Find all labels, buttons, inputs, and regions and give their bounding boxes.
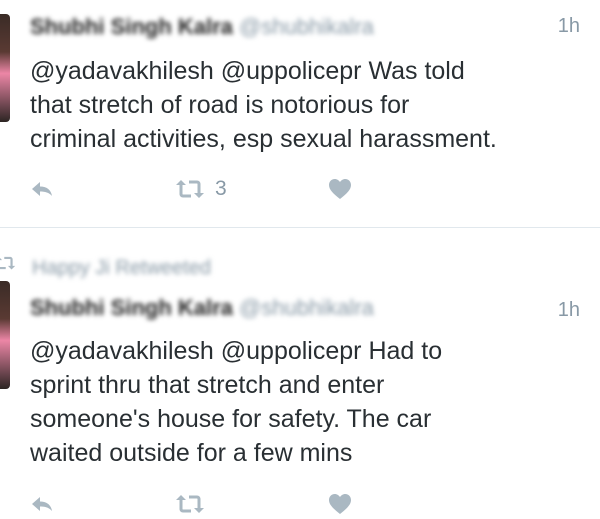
tweet[interactable]: Happy Ji Retweeted Shubhi Singh Kalra @s…	[0, 229, 600, 514]
like-button[interactable]	[328, 489, 352, 519]
tweet-text: @yadavakhilesh @uppolicepr Had to sprint…	[30, 337, 443, 467]
author-handle[interactable]: @shubhikalra	[239, 295, 374, 320]
tweet-header: Shubhi Singh Kalra @shubhikalra	[30, 295, 374, 321]
author-handle[interactable]: @shubhikalra	[239, 14, 374, 39]
avatar[interactable]	[0, 14, 10, 122]
reply-icon	[32, 497, 52, 511]
retweet-count: 3	[215, 177, 227, 200]
retweet-button[interactable]: 3	[175, 174, 227, 204]
tweet[interactable]: Shubhi Singh Kalra @shubhikalra 1h @yada…	[0, 0, 600, 228]
reply-button[interactable]	[30, 174, 54, 204]
tweet-text: @yadavakhilesh @uppolicepr Was told that…	[30, 57, 497, 153]
retweet-icon	[176, 180, 204, 198]
timestamp[interactable]: 1h	[558, 299, 580, 322]
tweet-actions	[30, 489, 360, 519]
retweet-icon	[176, 495, 204, 513]
like-icon	[329, 179, 351, 199]
retweet-button[interactable]	[175, 489, 205, 519]
retweet-context-icon	[0, 255, 16, 276]
tweet-header: Shubhi Singh Kalra @shubhikalra	[30, 14, 374, 40]
divider	[0, 227, 600, 228]
tweet-actions: 3	[30, 174, 360, 204]
reply-icon	[32, 182, 52, 196]
author-name[interactable]: Shubhi Singh Kalra	[30, 14, 233, 39]
retweet-context[interactable]: Happy Ji Retweeted	[32, 255, 211, 281]
like-icon	[329, 494, 351, 514]
timestamp[interactable]: 1h	[558, 15, 580, 38]
author-name[interactable]: Shubhi Singh Kalra	[30, 295, 233, 320]
reply-button[interactable]	[30, 489, 54, 519]
avatar[interactable]	[0, 281, 10, 389]
like-button[interactable]	[328, 174, 352, 204]
